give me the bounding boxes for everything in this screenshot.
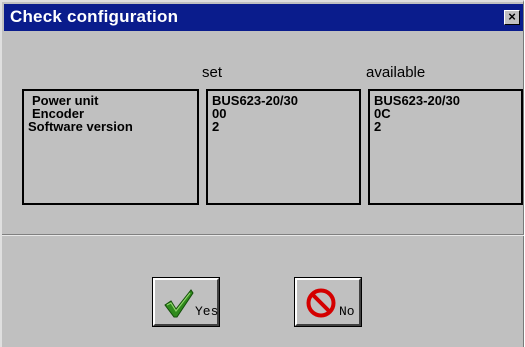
available-power-unit: BUS623-20/30 [374,93,460,108]
yes-button[interactable]: Yes [152,277,220,327]
set-software-version: 2 [212,119,220,134]
no-label: No [339,304,355,319]
checkmark-icon [164,289,194,318]
set-encoder: 00 [212,106,227,121]
available-values-panel: BUS623-20/30 0C 2 [368,89,523,205]
set-column-header: set [202,64,223,81]
title-bar[interactable]: Check configuration × [4,4,523,31]
yes-label: Yes [195,304,219,319]
window-title: Check configuration [10,7,179,26]
label-software-version: Software version [28,119,133,134]
close-button[interactable]: × [504,10,520,25]
set-values-panel: BUS623-20/30 00 2 [206,89,361,205]
set-power-unit: BUS623-20/30 [212,93,298,108]
close-icon: × [508,9,516,24]
check-configuration-dialog: Check configuration × set available Powe… [0,0,524,347]
available-encoder: 0C [374,106,391,121]
no-sign-icon [306,288,336,318]
available-software-version: 2 [374,119,382,134]
separator-highlight [2,235,524,236]
labels-panel: Power unit Encoder Software version [22,89,199,205]
no-button[interactable]: No [294,277,362,327]
available-column-header: available [366,64,426,81]
